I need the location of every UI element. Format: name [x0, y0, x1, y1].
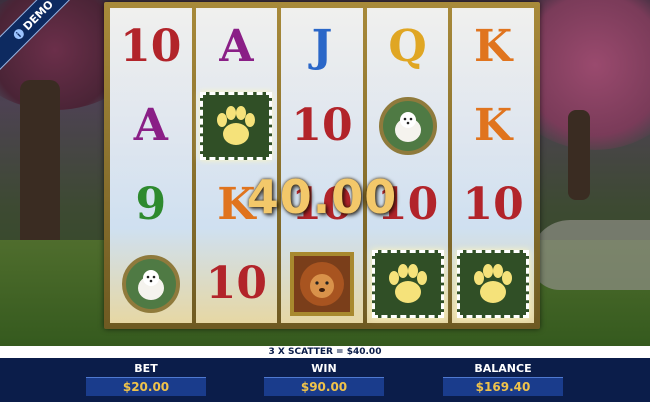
symbol-cell: A [110, 87, 192, 164]
symbol-cell [196, 87, 278, 164]
tree-trunk-right [568, 110, 590, 200]
symbol-cell: 10 [281, 167, 363, 244]
symbol-k: K [217, 179, 256, 231]
balance-meter: BALANCE $169.40 [443, 358, 563, 396]
reel-1: 10 A 9 [110, 8, 192, 323]
win-value: $90.00 [264, 377, 384, 396]
paw-scatter-icon [200, 91, 273, 160]
win-label: WIN [311, 362, 337, 375]
symbol-cell: K [196, 167, 278, 244]
reel-4: Q 10 [366, 8, 449, 323]
game-scene: i DEMO 10 A 9 A K 10 J 10 10 Q 10 K K 10… [0, 0, 650, 346]
symbol-10: 10 [291, 99, 353, 151]
info-icon: i [11, 27, 26, 42]
paw-scatter-icon [457, 250, 530, 319]
meters-bar: BET $20.00 WIN $90.00 BALANCE $169.40 [0, 358, 650, 402]
bet-meter[interactable]: BET $20.00 [86, 358, 206, 396]
reels-frame: 10 A 9 A K 10 J 10 10 Q 10 K K 10 40.00 [104, 2, 540, 329]
symbol-cell [452, 246, 534, 323]
balance-value: $169.40 [443, 377, 563, 396]
symbol-cell [367, 246, 449, 323]
stone-path [530, 220, 650, 290]
symbol-a: A [219, 20, 254, 72]
symbol-k: K [474, 20, 513, 72]
symbol-10: 10 [376, 179, 439, 231]
lion-icon [289, 252, 354, 317]
symbol-cell: J [281, 8, 363, 85]
symbol-cell [281, 246, 363, 323]
symbol-10: 10 [462, 179, 524, 231]
symbol-cell: 10 [452, 167, 534, 244]
balance-label: BALANCE [474, 362, 532, 375]
symbol-cell [367, 87, 449, 164]
symbol-10: 10 [291, 179, 353, 231]
reel-3: J 10 10 [281, 8, 363, 323]
reel-grid: 10 A 9 A K 10 J 10 10 Q 10 K K 10 [110, 8, 534, 323]
symbol-j: J [311, 20, 333, 72]
symbol-10: 10 [120, 20, 182, 72]
symbol-cell: 10 [281, 87, 363, 164]
win-meter: WIN $90.00 [264, 358, 384, 396]
symbol-cell: K [452, 8, 534, 85]
symbol-cell: A [196, 8, 278, 85]
symbol-cell: 10 [110, 8, 192, 85]
paw-scatter-icon [371, 250, 444, 319]
maltese-dog-icon [378, 96, 437, 155]
symbol-9: 9 [135, 179, 167, 231]
win-message: 3 X SCATTER = $40.00 [0, 346, 650, 358]
bet-label: BET [134, 362, 158, 375]
bet-value: $20.00 [86, 377, 206, 396]
symbol-cell: K [452, 87, 534, 164]
symbol-cell: 10 [196, 246, 278, 323]
symbol-cell: 10 [367, 167, 449, 244]
symbol-cell: 9 [110, 167, 192, 244]
symbol-10: 10 [205, 258, 267, 310]
symbol-cell [110, 246, 192, 323]
symbol-a: A [133, 99, 168, 151]
bottom-panel: 3 X SCATTER = $40.00 BET $20.00 WIN $90.… [0, 346, 650, 402]
tree-trunk-left [20, 80, 60, 250]
maltese-dog-icon [121, 255, 180, 314]
reel-2: A K 10 [195, 8, 278, 323]
reel-5: K K 10 [452, 8, 534, 323]
symbol-q: Q [388, 20, 427, 72]
symbol-cell: Q [367, 8, 449, 85]
symbol-k: K [474, 99, 513, 151]
